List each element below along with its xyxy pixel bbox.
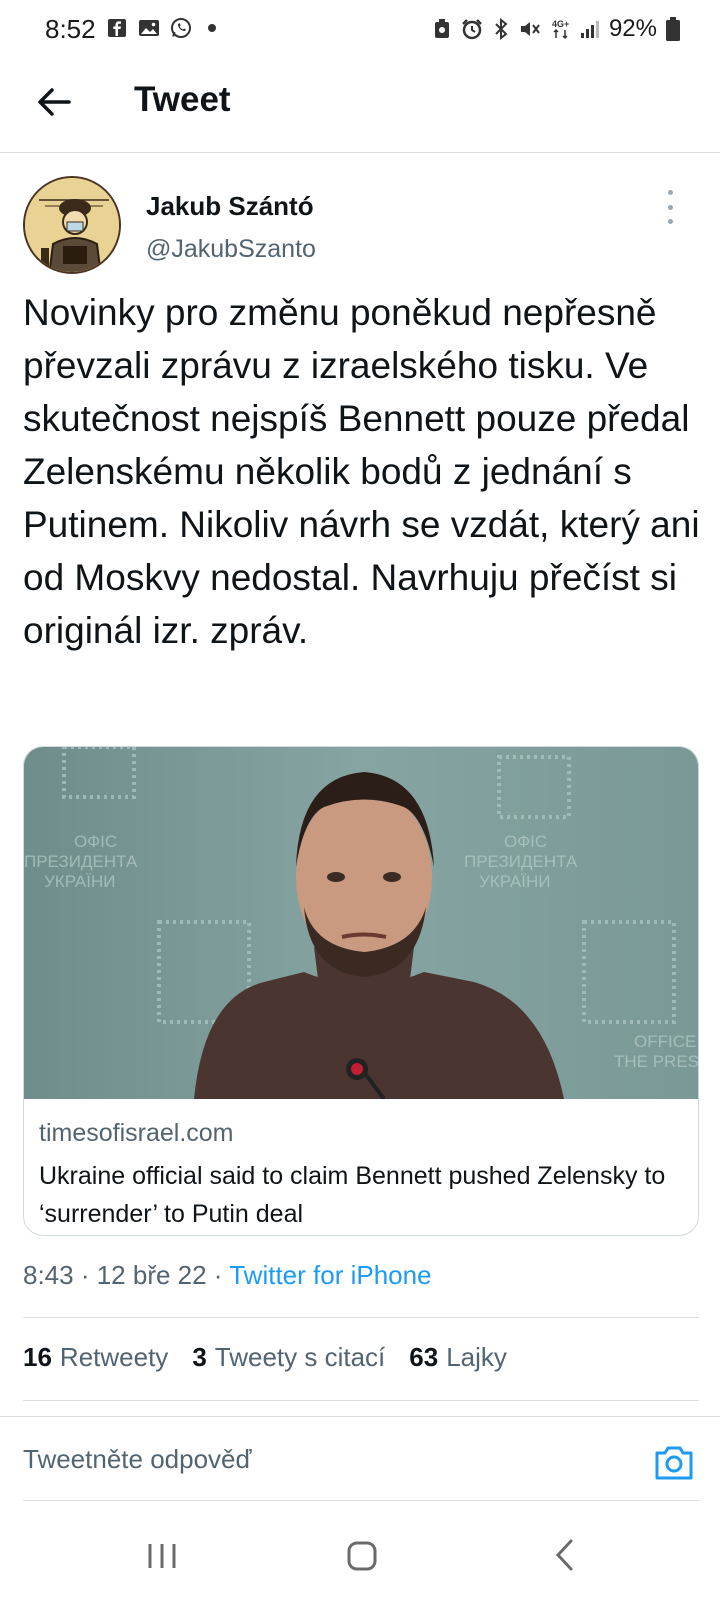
- status-system-icons: 4G+ 92%: [433, 15, 680, 43]
- home-icon: [347, 1541, 377, 1571]
- gallery-icon: [138, 17, 160, 39]
- card-domain: timesofisrael.com: [39, 1119, 234, 1147]
- svg-text:ОФІС: ОФІС: [74, 832, 117, 851]
- recent-apps-icon: [148, 1544, 176, 1568]
- back-button[interactable]: [34, 82, 74, 122]
- svg-text:ПРЕЗИДЕНТА: ПРЕЗИДЕНТА: [464, 852, 578, 871]
- svg-text:4G+: 4G+: [552, 19, 569, 29]
- likes-label: Lajky: [446, 1342, 507, 1372]
- svg-text:УКРАЇНИ: УКРАЇНИ: [479, 872, 550, 891]
- 4g-icon: 4G+: [552, 19, 569, 40]
- author-handle[interactable]: @JakubSzanto: [146, 235, 316, 264]
- divider: [23, 1317, 699, 1318]
- svg-text:ПРЕЗИДЕНТА: ПРЕЗИДЕНТА: [24, 852, 138, 871]
- saver-icon: [434, 19, 449, 38]
- avatar[interactable]: [23, 176, 121, 274]
- svg-text:УКРАЇНИ: УКРАЇНИ: [44, 872, 115, 891]
- alarm-icon: [462, 19, 482, 40]
- card-title: Ukraine official said to claim Bennett p…: [39, 1162, 666, 1228]
- bluetooth-icon: [495, 18, 508, 40]
- author-name[interactable]: Jakub Szántó: [146, 191, 314, 222]
- signal-icon: [580, 21, 599, 38]
- tweet-text: Novinky pro změnu poněkud nepřesně převz…: [23, 292, 700, 651]
- chevron-left-icon: [555, 1539, 573, 1571]
- status-time: 8:52: [45, 14, 96, 44]
- retweets-label: Retweety: [59, 1342, 169, 1372]
- top-app-bar: Tweet: [0, 62, 720, 153]
- divider: [23, 1400, 699, 1401]
- status-bar: 8:52 4G+ 92%: [0, 0, 720, 62]
- more-options-button[interactable]: [663, 190, 677, 224]
- facebook-icon: [106, 17, 128, 39]
- reply-input[interactable]: Tweetněte odpověď: [23, 1444, 251, 1475]
- quotes-count: 3: [192, 1342, 207, 1372]
- likes-stat[interactable]: 63 Lajky: [409, 1342, 507, 1373]
- tweet-timestamp: 8:43 · 12 bře 22 ·: [23, 1260, 230, 1290]
- tweet-source-link[interactable]: Twitter for iPhone: [229, 1260, 431, 1290]
- system-back-button[interactable]: [553, 1538, 577, 1577]
- more-dot: [667, 204, 673, 210]
- battery-icon: [666, 17, 680, 41]
- divider: [0, 1416, 720, 1417]
- camera-icon: [655, 1446, 693, 1480]
- system-navigation-bar: [0, 1510, 720, 1600]
- avatar-illustration-icon: [25, 178, 119, 272]
- quotes-stat[interactable]: 3 Tweety s citací: [192, 1342, 385, 1373]
- quotes-label: Tweety s citací: [214, 1342, 386, 1372]
- tweet-stats: 16 Retweety 3 Tweety s citací 63 Lajky: [23, 1342, 507, 1373]
- svg-text:ОФІС: ОФІС: [504, 832, 547, 851]
- card-image: ОФІС ПРЕЗИДЕНТА УКРАЇНИ ОФІС ПРЕЗИДЕНТА …: [24, 747, 699, 1099]
- link-preview-card[interactable]: ОФІС ПРЕЗИДЕНТА УКРАЇНИ ОФІС ПРЕЗИДЕНТА …: [23, 746, 699, 1236]
- status-notification-icons: [106, 17, 216, 39]
- more-dot: [667, 190, 673, 195]
- page-title: Tweet: [134, 80, 231, 119]
- battery-percent: 92%: [608, 15, 657, 42]
- mute-icon: [520, 22, 540, 36]
- svg-text:OFFICE: OFFICE: [634, 1032, 696, 1051]
- camera-button[interactable]: [653, 1443, 695, 1483]
- more-dot: [667, 219, 673, 224]
- retweets-stat[interactable]: 16 Retweety: [23, 1342, 168, 1373]
- whatsapp-icon: [170, 17, 192, 39]
- svg-text:THE PRESIDE: THE PRESIDE: [614, 1052, 699, 1071]
- recent-apps-button[interactable]: [147, 1542, 177, 1575]
- retweets-count: 16: [23, 1342, 52, 1372]
- arrow-left-icon: [38, 88, 71, 116]
- likes-count: 63: [409, 1342, 439, 1372]
- notification-dot: [208, 24, 216, 32]
- tweet-meta: 8:43 · 12 bře 22 · Twitter for iPhone: [23, 1260, 432, 1291]
- home-button[interactable]: [346, 1540, 378, 1577]
- divider: [23, 1500, 699, 1501]
